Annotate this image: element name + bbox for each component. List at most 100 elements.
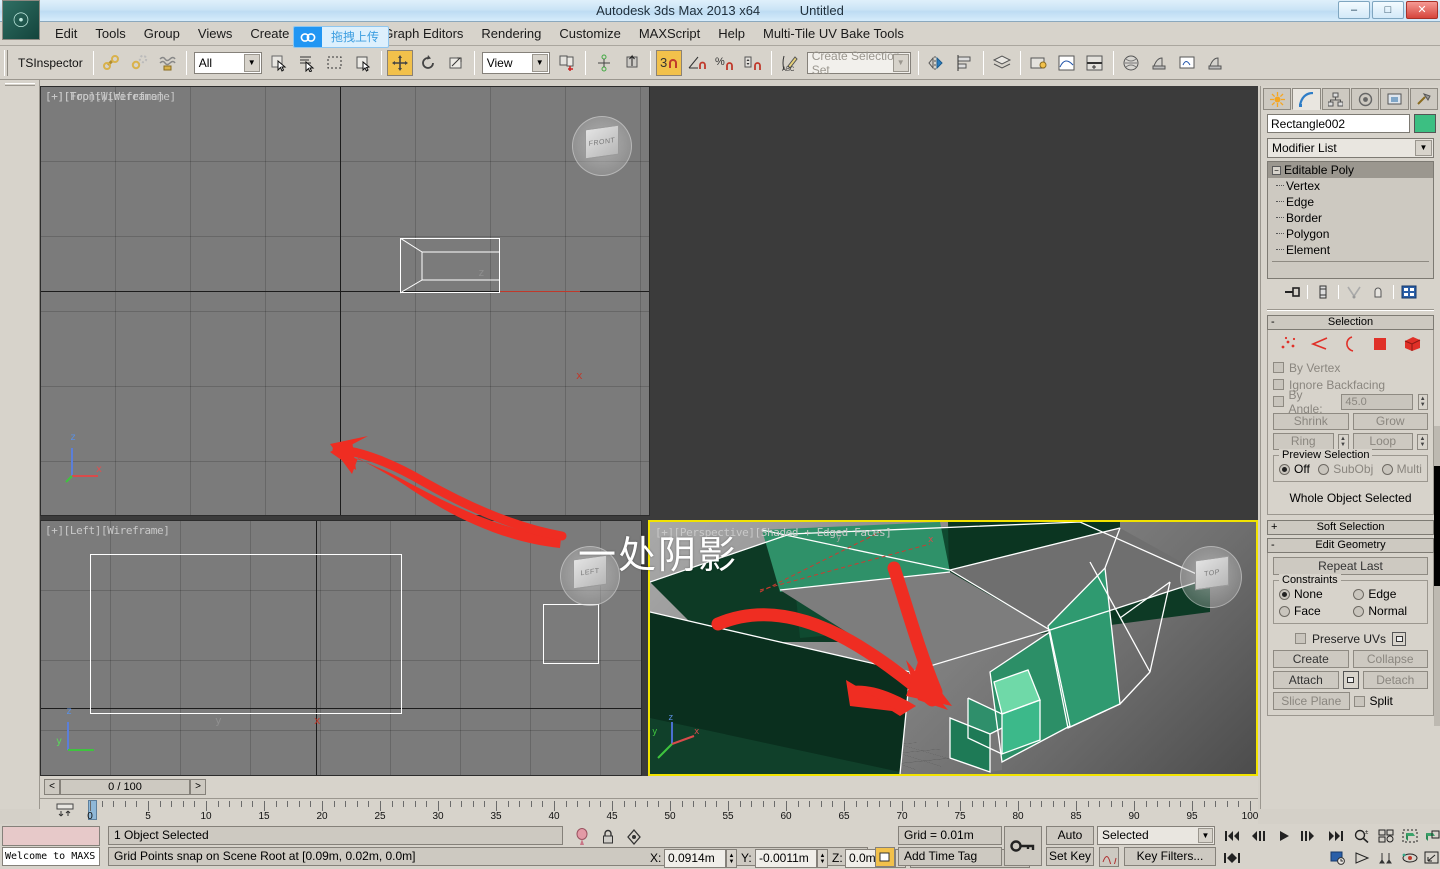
make-unique-icon[interactable]: [1345, 283, 1363, 301]
collapse-icon[interactable]: −: [1272, 165, 1281, 175]
select-scale-icon[interactable]: [442, 49, 469, 76]
by-vertex-row[interactable]: By Vertex: [1273, 359, 1428, 376]
select-rotate-icon[interactable]: [414, 49, 441, 76]
zoom-icon[interactable]: ±: [1352, 826, 1372, 845]
by-angle-row[interactable]: By Angle: 45.0 ▲ ▼: [1273, 388, 1428, 416]
zoom-all-icon[interactable]: [1376, 826, 1396, 845]
play-animation-icon[interactable]: [1274, 826, 1294, 845]
auto-key-button[interactable]: Auto Key: [1046, 826, 1094, 859]
key-mode-dropdown[interactable]: Selected ▼: [1097, 826, 1215, 845]
attach-settings-icon[interactable]: [1342, 671, 1359, 689]
rollout-soft-selection-header[interactable]: + Soft Selection: [1267, 520, 1434, 535]
modify-tab[interactable]: [1292, 88, 1321, 110]
stack-subobject-vertex[interactable]: Vertex: [1268, 178, 1433, 194]
ring-spinner[interactable]: ▲ ▼: [1337, 433, 1349, 450]
x-coordinate-spinner[interactable]: ▲ ▼: [726, 849, 737, 868]
menu-item-edit[interactable]: Edit: [46, 22, 86, 45]
spinner-snap-icon[interactable]: [739, 49, 766, 76]
orbit-icon[interactable]: [1400, 848, 1420, 867]
attach-button[interactable]: Attach: [1273, 671, 1339, 689]
constraint-edge-radio[interactable]: [1353, 588, 1365, 600]
stack-item-editable-poly[interactable]: − Editable Poly: [1268, 162, 1433, 178]
maximize-viewport-icon[interactable]: [1422, 848, 1440, 867]
element-icon[interactable]: [1402, 336, 1422, 355]
align-icon[interactable]: [618, 49, 645, 76]
viewport-perspective[interactable]: x y z x y TOP [+][Perspective][Shaded + …: [648, 520, 1258, 776]
y-coordinate-field[interactable]: -0.0011m: [755, 849, 817, 868]
object-color-swatch[interactable]: [1414, 114, 1436, 133]
render-production-icon[interactable]: [1202, 49, 1229, 76]
stack-subobject-border[interactable]: Border: [1268, 210, 1433, 226]
unlink-icon[interactable]: [126, 49, 153, 76]
absolute-mode-icon[interactable]: [624, 827, 644, 847]
select-move-icon[interactable]: [386, 49, 413, 76]
menu-item-help[interactable]: Help: [709, 22, 754, 45]
viewcube-front[interactable]: FRONT: [572, 116, 632, 176]
motion-tab[interactable]: [1350, 88, 1380, 110]
object-name-input[interactable]: Rectangle002: [1267, 114, 1410, 133]
hierarchy-tab[interactable]: [1321, 88, 1350, 110]
curve-icon[interactable]: [1099, 847, 1119, 867]
mirror-icon[interactable]: [923, 49, 950, 76]
use-selection-center-icon[interactable]: [590, 49, 617, 76]
maxscript-mini-listener[interactable]: Welcome to MAXS: [2, 847, 100, 866]
menu-item-group[interactable]: Group: [135, 22, 189, 45]
remove-modifier-icon[interactable]: [1369, 283, 1387, 301]
rect-select-region-icon[interactable]: [321, 49, 348, 76]
snap-toggle-icon[interactable]: 3: [655, 49, 682, 76]
align-tool-icon[interactable]: [951, 49, 978, 76]
menu-item-views[interactable]: Views: [189, 22, 241, 45]
menu-item-rendering[interactable]: Rendering: [472, 22, 550, 45]
preserve-uvs-settings-icon[interactable]: [1392, 631, 1407, 646]
track-bar[interactable]: 0 5 10 15 20 25 30 35 40 45 50 55 60 65 70 75 80 85 90 95 10…: [40, 798, 1258, 824]
window-crossing-icon[interactable]: [349, 49, 376, 76]
layer-manager-icon[interactable]: [988, 49, 1015, 76]
select-object-icon[interactable]: [265, 49, 292, 76]
reference-coordinate-dropdown[interactable]: View ▼: [481, 51, 550, 74]
select-by-name-icon[interactable]: [293, 49, 320, 76]
by-angle-spinner[interactable]: ▲ ▼: [1417, 393, 1428, 410]
constraint-normal-radio[interactable]: [1353, 605, 1365, 617]
preview-subobj-radio[interactable]: [1318, 463, 1330, 475]
track-view-icon[interactable]: [1081, 49, 1108, 76]
menu-item-maxscript[interactable]: MAXScript: [630, 22, 709, 45]
preview-off-radio[interactable]: [1279, 463, 1290, 475]
zoom-extents-icon[interactable]: [1400, 826, 1420, 845]
modifier-list-dropdown[interactable]: Modifier List ▼: [1267, 138, 1434, 158]
ts-inspector-label[interactable]: TSInspector: [12, 56, 89, 70]
show-end-result-icon[interactable]: [1314, 283, 1332, 301]
command-panel-scrollbar[interactable]: [1434, 426, 1440, 726]
constraint-none-radio[interactable]: [1279, 588, 1290, 600]
isolate-selection-icon[interactable]: [572, 827, 592, 847]
viewcube-perspective[interactable]: TOP: [1180, 546, 1242, 608]
key-filters-button[interactable]: Key Filters...: [1124, 847, 1216, 866]
display-tab[interactable]: [1380, 88, 1409, 110]
angle-snap-icon[interactable]: [683, 49, 710, 76]
menu-item-create[interactable]: Create: [241, 22, 298, 45]
minimize-button[interactable]: –: [1338, 1, 1370, 19]
pin-stack-icon[interactable]: [1283, 283, 1301, 301]
rollout-selection-header[interactable]: - Selection: [1267, 315, 1434, 330]
grow-button[interactable]: Grow: [1352, 413, 1428, 430]
stack-subobject-polygon[interactable]: Polygon: [1268, 226, 1433, 242]
time-config-icon[interactable]: [1328, 848, 1348, 867]
stack-subobject-edge[interactable]: Edge: [1268, 194, 1433, 210]
menu-item-multi-tile-uv-bake-tools[interactable]: Multi-Tile UV Bake Tools: [754, 22, 913, 45]
maximize-button[interactable]: □: [1372, 1, 1404, 19]
set-key-button[interactable]: Set Key: [1046, 847, 1094, 866]
border-icon[interactable]: [1342, 335, 1358, 355]
shrink-button[interactable]: Shrink: [1273, 413, 1349, 430]
configure-sets-icon[interactable]: [1400, 283, 1418, 301]
curve-editor-icon[interactable]: [1053, 49, 1080, 76]
percent-snap-icon[interactable]: %: [711, 49, 738, 76]
track-bar-ruler[interactable]: 0 5 10 15 20 25 30 35 40 45 50 55 60 65 70 75 80 85 90 95 10…: [87, 801, 1258, 823]
next-frame-icon[interactable]: [1298, 826, 1318, 845]
edge-icon[interactable]: [1310, 336, 1329, 355]
stack-subobject-element[interactable]: Element: [1268, 242, 1433, 258]
constraint-face-radio[interactable]: [1279, 605, 1290, 617]
zoom-extents-all-icon[interactable]: [1422, 826, 1440, 845]
loop-spinner[interactable]: ▲ ▼: [1417, 433, 1428, 450]
lock-selection-icon[interactable]: [598, 827, 618, 847]
x-coordinate-field[interactable]: 0.0914m: [664, 849, 726, 868]
schematic-view-icon[interactable]: [1025, 49, 1052, 76]
